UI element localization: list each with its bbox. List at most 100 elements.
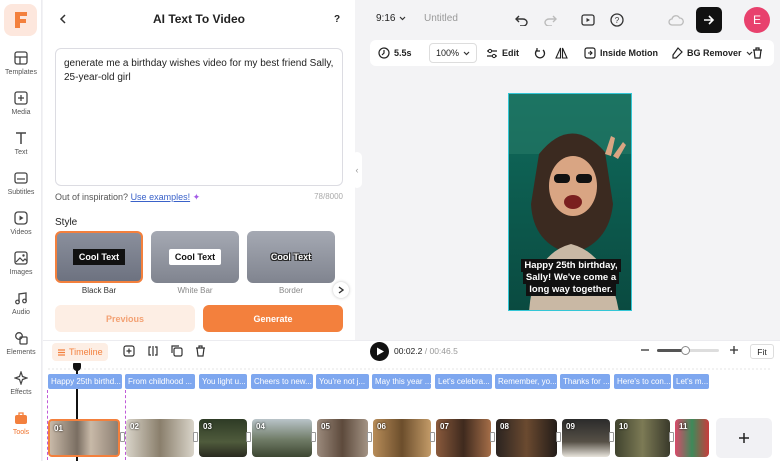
clip-transition-handle[interactable]	[246, 432, 251, 442]
audio-icon	[14, 291, 28, 305]
video-clip[interactable]: 01	[48, 419, 120, 457]
clip-transition-handle[interactable]	[609, 432, 614, 442]
project-title[interactable]: Untitled	[424, 13, 458, 24]
clip-transition-handle[interactable]	[193, 432, 198, 442]
character-counter: 78/8000	[314, 192, 343, 201]
video-clip[interactable]: 10	[615, 419, 670, 457]
aspect-ratio-selector[interactable]: 9:16	[376, 13, 406, 24]
style-card-border[interactable]: Cool Text	[247, 231, 335, 283]
caption-block[interactable]: From childhood ...	[125, 374, 195, 389]
prompt-text: generate me a birthday wishes video for …	[64, 58, 334, 83]
caption-text: Happy 25th birthday, Sally! We've come a…	[521, 259, 621, 296]
inside-motion-button[interactable]: Inside Motion	[584, 40, 658, 66]
video-clip[interactable]: 03	[199, 419, 247, 457]
clip-transition-handle[interactable]	[430, 432, 435, 442]
zoom-selector[interactable]: 100%	[429, 43, 478, 63]
rotate-button[interactable]	[534, 40, 546, 66]
timeline-toggle-button[interactable]: Timeline	[52, 343, 108, 361]
media-icon	[14, 91, 28, 105]
video-clip[interactable]: 09	[562, 419, 610, 457]
preview-play-button[interactable]	[580, 12, 596, 28]
export-button[interactable]	[696, 7, 722, 33]
zoom-out-button[interactable]	[640, 345, 650, 358]
video-clip[interactable]: 07	[436, 419, 491, 457]
next-styles-button[interactable]	[333, 282, 349, 298]
use-examples-link[interactable]: Use examples!	[131, 192, 191, 202]
split-button[interactable]	[147, 345, 159, 360]
caption-block[interactable]: May this year ...	[372, 374, 431, 389]
sidebar-item-elements[interactable]: Elements	[0, 330, 42, 370]
previous-button[interactable]: Previous	[55, 305, 195, 332]
add-clip-button[interactable]	[716, 418, 772, 458]
timeline-delete-button[interactable]	[195, 345, 206, 360]
sidebar-item-subtitles[interactable]: Subtitles	[0, 170, 42, 210]
clip-transition-handle[interactable]	[120, 432, 125, 442]
inspiration-text: Out of inspiration?	[55, 192, 129, 202]
edit-button[interactable]: Edit	[486, 40, 519, 66]
style-card-white-bar[interactable]: Cool Text	[151, 231, 239, 283]
video-clip[interactable]: 06	[373, 419, 431, 457]
sidebar-item-tools[interactable]: Tools	[0, 410, 42, 450]
clip-transition-handle[interactable]	[556, 432, 561, 442]
sidebar-item-label: Audio	[12, 309, 30, 316]
clip-transition-handle[interactable]	[367, 432, 372, 442]
chevron-left-icon: ‹	[355, 165, 359, 175]
cloud-upload-button[interactable]	[668, 12, 684, 28]
sliders-icon	[487, 48, 497, 58]
generate-button[interactable]: Generate	[203, 305, 343, 332]
delete-button[interactable]	[752, 40, 763, 66]
flip-button[interactable]	[555, 40, 568, 66]
bg-remover-button[interactable]: BG Remover	[671, 40, 753, 66]
caption-block[interactable]: Let's m...	[673, 374, 709, 389]
duplicate-button[interactable]	[171, 345, 183, 360]
clip-transition-handle[interactable]	[669, 432, 674, 442]
user-avatar[interactable]: E	[744, 7, 770, 33]
redo-button[interactable]	[542, 12, 558, 28]
caption-block[interactable]: You light u...	[199, 374, 247, 389]
sidebar-item-audio[interactable]: Audio	[0, 290, 42, 330]
rotate-icon	[534, 48, 546, 59]
duration-button[interactable]: 5.5s	[378, 40, 412, 66]
fit-button[interactable]: Fit	[750, 344, 774, 359]
caption-block[interactable]: Remember, yo...	[495, 374, 557, 389]
collapse-panel-button[interactable]: ‹	[352, 152, 362, 188]
app-logo[interactable]	[4, 4, 37, 36]
video-clip[interactable]: 02	[126, 419, 194, 457]
add-track-button[interactable]	[123, 345, 135, 360]
caption-block[interactable]: Happy 25th birthd...	[48, 374, 122, 389]
undo-button[interactable]	[513, 12, 529, 28]
sidebar-item-videos[interactable]: Videos	[0, 210, 42, 250]
play-button[interactable]	[370, 342, 389, 361]
video-clip[interactable]: 11	[675, 419, 709, 457]
sidebar-item-text[interactable]: Text	[0, 130, 42, 170]
zoom-slider[interactable]	[657, 346, 719, 355]
video-clip[interactable]: 04	[252, 419, 312, 457]
sidebar-item-media[interactable]: Media	[0, 90, 42, 130]
plus-icon	[730, 346, 738, 354]
aspect-ratio-value: 9:16	[376, 13, 396, 24]
caption-block[interactable]: Thanks for ...	[560, 374, 610, 389]
left-sidebar: Templates Media Text Subtitles Videos Im…	[0, 0, 42, 461]
sidebar-item-templates[interactable]: Templates	[0, 50, 42, 90]
prompt-textarea[interactable]: generate me a birthday wishes video for …	[55, 48, 343, 186]
caption-block[interactable]: Let's celebra...	[435, 374, 492, 389]
clip-transition-handle[interactable]	[311, 432, 316, 442]
clip-transition-handle[interactable]	[490, 432, 495, 442]
zoom-slider-handle[interactable]	[680, 346, 690, 355]
help-button[interactable]: ?	[330, 12, 344, 26]
zoom-in-button[interactable]	[729, 345, 739, 358]
motion-icon	[584, 47, 596, 59]
style-card-black-bar[interactable]: Cool Text	[55, 231, 143, 283]
trash-icon	[196, 345, 205, 357]
sidebar-item-effects[interactable]: Effects	[0, 370, 42, 410]
caption-block[interactable]: You're not j...	[316, 374, 369, 389]
help-icon-button[interactable]: ?	[609, 12, 625, 28]
caption-block[interactable]: Cheers to new...	[251, 374, 313, 389]
video-preview[interactable]: Happy 25th birthday, Sally! We've come a…	[508, 93, 632, 311]
caption-block[interactable]: Here's to con...	[614, 374, 671, 389]
video-clip[interactable]: 08	[496, 419, 557, 457]
chevron-right-icon	[338, 286, 344, 294]
style-name: Black Bar	[81, 286, 117, 295]
sidebar-item-images[interactable]: Images	[0, 250, 42, 290]
video-clip[interactable]: 05	[317, 419, 368, 457]
